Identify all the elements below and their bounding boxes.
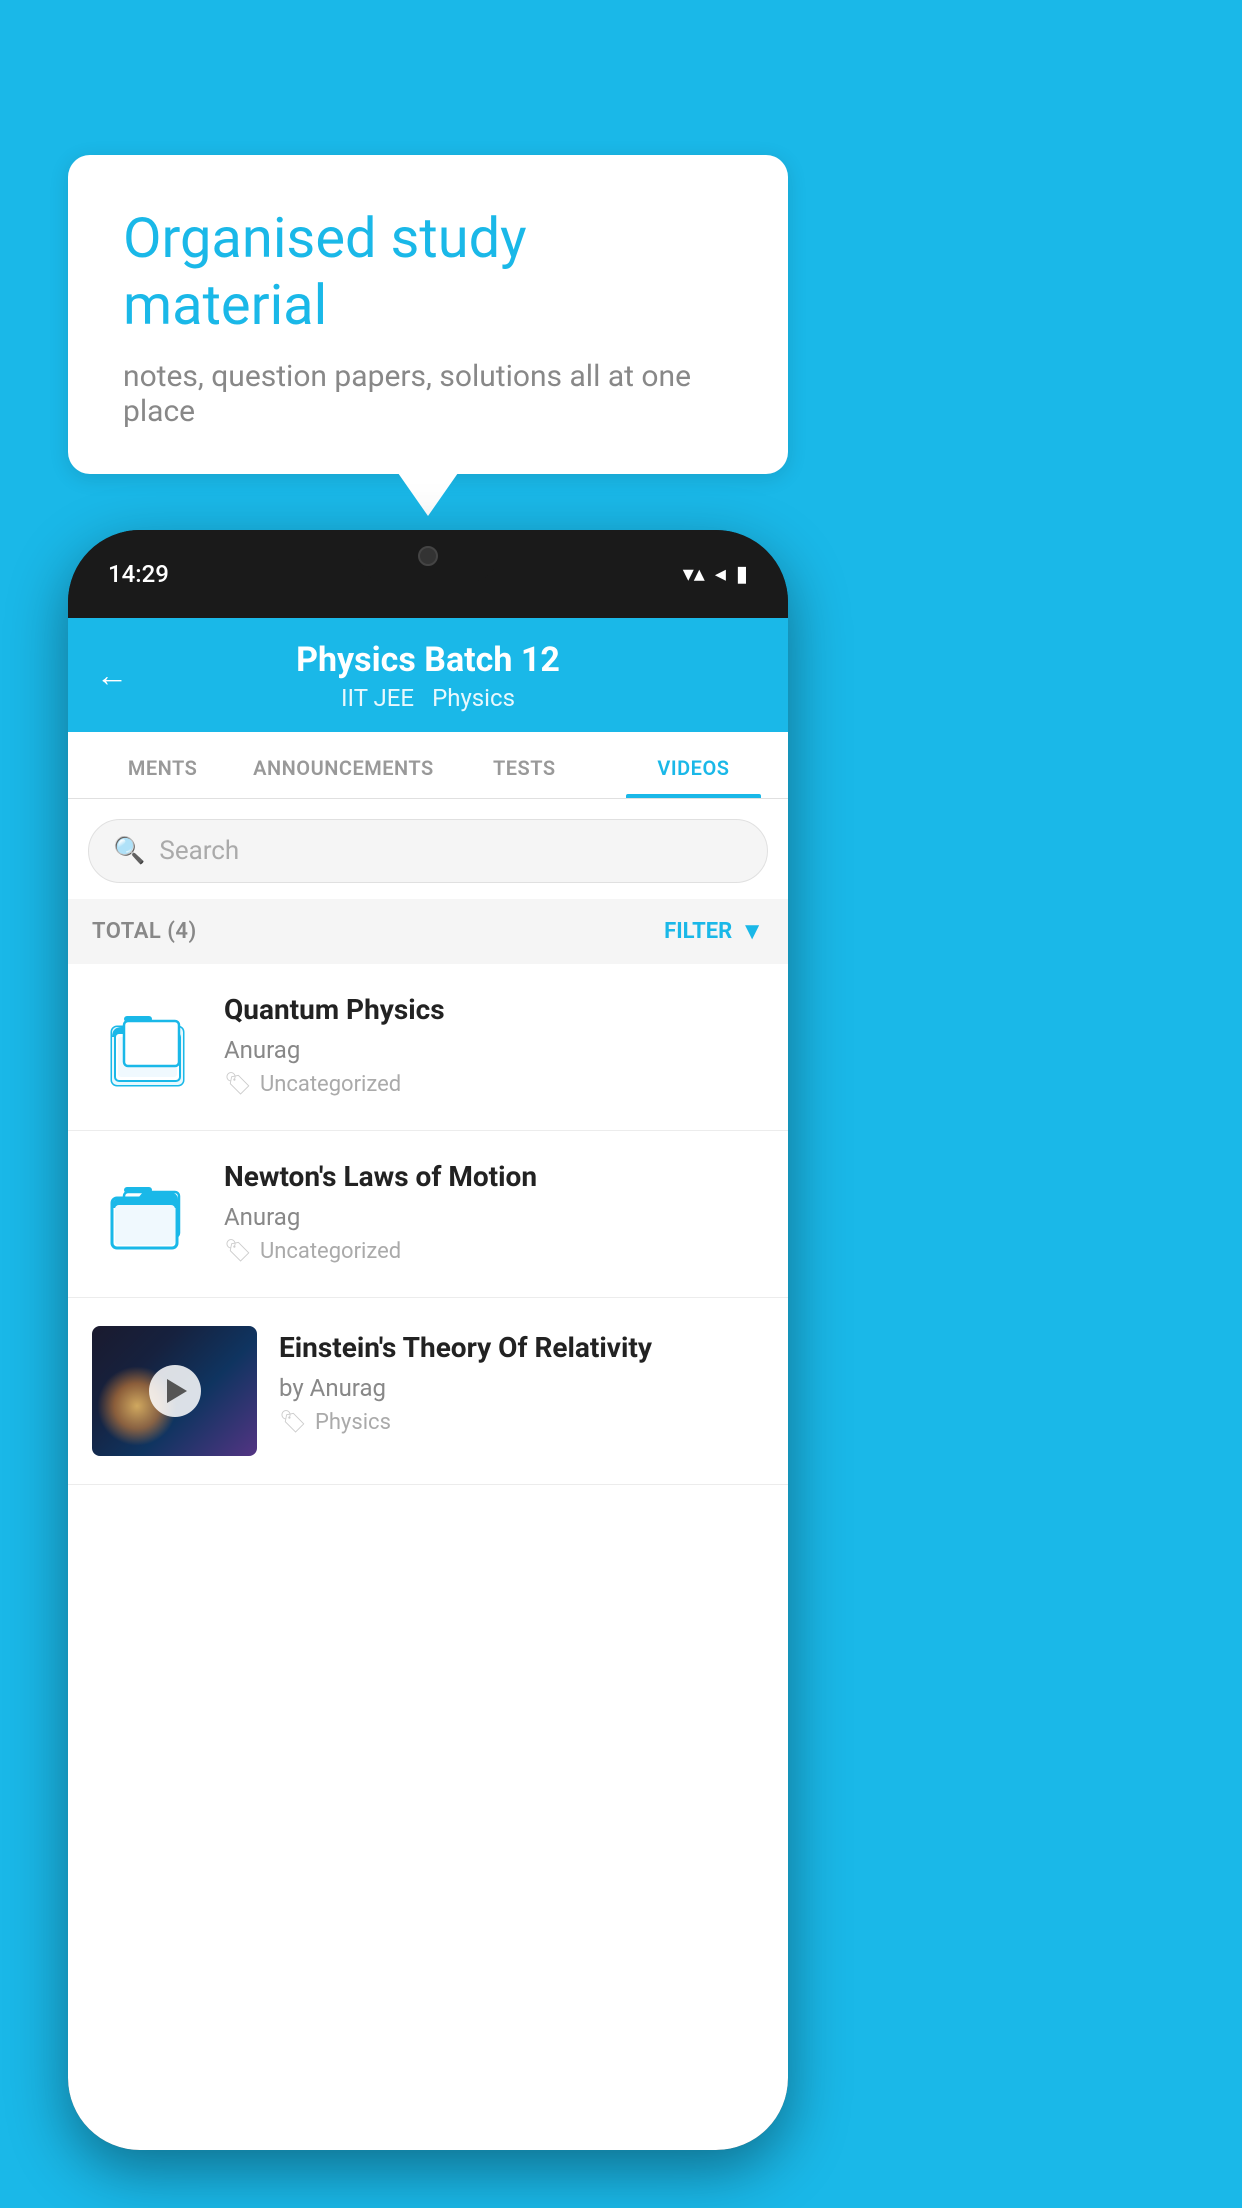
tab-announcements[interactable]: ANNOUNCEMENTS xyxy=(247,732,440,798)
tag-icon: 🏷 xyxy=(224,1239,252,1264)
item-title: Quantum Physics xyxy=(224,992,764,1028)
filter-label: FILTER xyxy=(664,919,732,944)
tab-tests[interactable]: TESTS xyxy=(440,732,609,798)
search-icon: 🔍 xyxy=(113,836,145,866)
status-time: 14:29 xyxy=(108,560,169,588)
author-prefix: by xyxy=(279,1374,304,1402)
camera xyxy=(418,546,438,566)
phone-frame: 14:29 ▾▴ ◂ ▮ ← Physics Batch 12 IIT JEE … xyxy=(68,530,788,2150)
signal-icon: ◂ xyxy=(715,562,726,587)
play-icon xyxy=(167,1379,187,1403)
item-info: Einstein's Theory Of Relativity by Anura… xyxy=(279,1326,764,1435)
item-thumbnail xyxy=(92,992,202,1102)
total-count: TOTAL (4) xyxy=(92,919,197,944)
item-tag: 🏷 Physics xyxy=(279,1410,764,1435)
item-author: Anurag xyxy=(224,1036,764,1064)
play-button[interactable] xyxy=(149,1365,201,1417)
folder-icon xyxy=(110,1172,185,1257)
app-header: ← Physics Batch 12 IIT JEE Physics xyxy=(68,618,788,732)
tag-icon: 🏷 xyxy=(224,1072,252,1097)
header-title: Physics Batch 12 xyxy=(296,640,560,680)
item-tag: 🏷 Uncategorized xyxy=(224,1239,764,1264)
back-button[interactable]: ← xyxy=(96,656,128,694)
folder-icon xyxy=(110,1005,185,1090)
search-bar[interactable]: 🔍 Search xyxy=(88,819,768,883)
subtitle-iitjee: IIT JEE xyxy=(341,684,414,712)
tag-icon: 🏷 xyxy=(279,1410,307,1435)
tab-videos[interactable]: VIDEOS xyxy=(609,732,778,798)
item-info: Newton's Laws of Motion Anurag 🏷 Uncateg… xyxy=(224,1159,764,1264)
wifi-icon: ▾▴ xyxy=(683,562,705,587)
status-bar: 14:29 ▾▴ ◂ ▮ xyxy=(68,530,788,618)
filter-icon: ▼ xyxy=(740,917,764,946)
item-tag: 🏷 Uncategorized xyxy=(224,1072,764,1097)
tab-ments[interactable]: MENTS xyxy=(78,732,247,798)
phone-screen: ← Physics Batch 12 IIT JEE Physics MENTS… xyxy=(68,618,788,2150)
speech-bubble: Organised study material notes, question… xyxy=(68,155,788,474)
item-title: Newton's Laws of Motion xyxy=(224,1159,764,1195)
filter-bar: TOTAL (4) FILTER ▼ xyxy=(68,899,788,964)
list-item[interactable]: Newton's Laws of Motion Anurag 🏷 Uncateg… xyxy=(68,1131,788,1298)
tab-bar: MENTS ANNOUNCEMENTS TESTS VIDEOS xyxy=(68,732,788,799)
tag-label: Uncategorized xyxy=(260,1072,401,1097)
status-icons: ▾▴ ◂ ▮ xyxy=(683,562,748,587)
header-subtitle: IIT JEE Physics xyxy=(341,684,515,712)
item-info: Quantum Physics Anurag 🏷 Uncategorized xyxy=(224,992,764,1097)
item-author: by Anurag xyxy=(279,1374,764,1402)
item-thumbnail xyxy=(92,1159,202,1269)
tag-label: Physics xyxy=(315,1410,391,1435)
item-title: Einstein's Theory Of Relativity xyxy=(279,1330,764,1366)
author-name: Anurag xyxy=(310,1374,386,1402)
bubble-title: Organised study material xyxy=(123,205,733,339)
item-author: Anurag xyxy=(224,1203,764,1231)
subtitle-physics: Physics xyxy=(432,684,515,712)
tag-label: Uncategorized xyxy=(260,1239,401,1264)
search-placeholder: Search xyxy=(159,836,239,866)
filter-button[interactable]: FILTER ▼ xyxy=(664,917,764,946)
bubble-subtitle: notes, question papers, solutions all at… xyxy=(123,359,733,429)
video-list: Quantum Physics Anurag 🏷 Uncategorized xyxy=(68,964,788,1485)
list-item[interactable]: Quantum Physics Anurag 🏷 Uncategorized xyxy=(68,964,788,1131)
video-thumbnail xyxy=(92,1326,257,1456)
battery-icon: ▮ xyxy=(736,562,748,587)
notch xyxy=(358,530,498,582)
list-item[interactable]: Einstein's Theory Of Relativity by Anura… xyxy=(68,1298,788,1485)
